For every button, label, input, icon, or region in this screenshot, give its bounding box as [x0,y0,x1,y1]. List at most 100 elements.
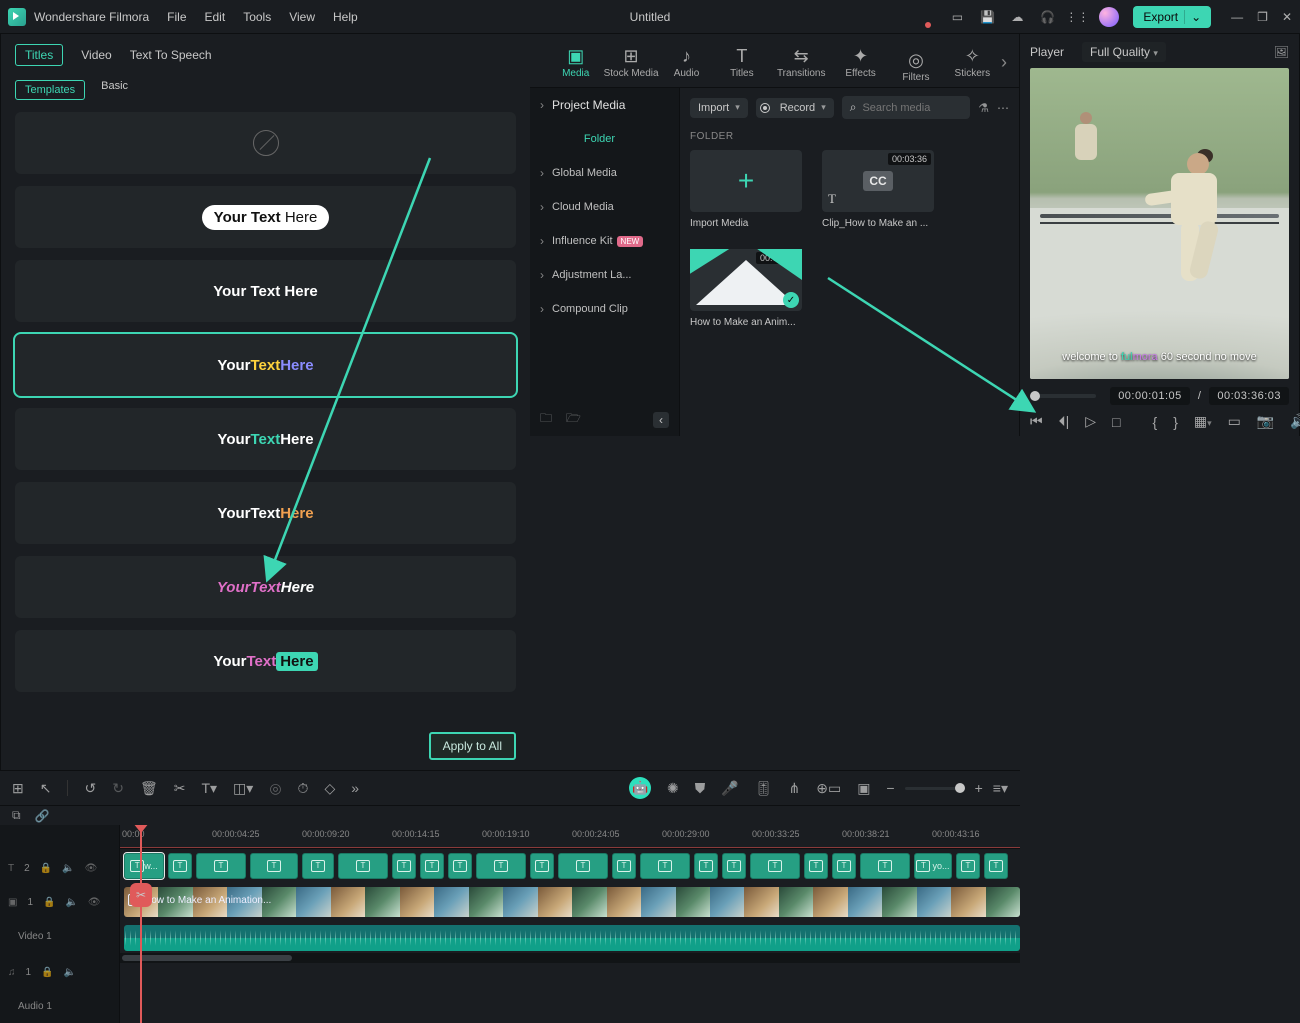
timeline-tracks[interactable]: 00:0000:00:04:2500:00:09:2000:00:14:1500… [120,825,1020,1023]
sidebar-compound-clip[interactable]: Compound Clip [530,292,679,326]
lock-icon[interactable]: 🔒 [40,863,52,874]
apply-to-all-button[interactable]: Apply to All [429,732,516,760]
export-button[interactable]: Export ⌄ [1133,6,1211,28]
window-close[interactable]: ✕ [1282,10,1292,24]
subtab-templates[interactable]: Templates [15,80,85,100]
snapshot-settings-icon[interactable]: 🖼 [1274,45,1289,59]
timeline-ruler[interactable]: 00:0000:00:04:2500:00:09:2000:00:14:1500… [120,825,1020,849]
seek-bar[interactable] [1030,394,1096,398]
mode-tab-filters[interactable]: ◎Filters [888,42,943,83]
text-icon[interactable]: T▾ [201,780,217,797]
menu-view[interactable]: View [289,10,315,24]
user-avatar[interactable] [1099,7,1119,27]
title-clip[interactable]: T [392,853,416,879]
title-clip[interactable]: T [640,853,690,879]
template-tricolor[interactable]: Your Text Here [15,334,516,396]
enhance-icon[interactable]: ✺ [667,780,679,797]
title-clip[interactable]: T [530,853,554,879]
apps-icon[interactable]: ⋮⋮ [1069,9,1085,25]
eye-icon[interactable]: 👁 [85,863,98,874]
render-icon[interactable]: ▣ [857,780,870,797]
title-clip[interactable]: T w... [124,853,164,879]
mute-icon[interactable]: 🔈 [62,863,74,874]
title-clip[interactable]: T [984,853,1008,879]
crop-icon[interactable]: ◫▾ [233,780,253,797]
mode-tab-media[interactable]: ▣Media [548,47,603,79]
horizontal-scrollbar[interactable] [120,953,1020,963]
tab-tts[interactable]: Text To Speech [130,48,212,62]
title-clip[interactable]: T [448,853,472,879]
template-italic[interactable]: Your Text Here [15,556,516,618]
tab-titles[interactable]: Titles [15,44,63,66]
zoom-out-icon[interactable]: − [886,780,894,796]
color-icon[interactable]: ◎ [269,780,281,797]
media-clip-cc[interactable]: 00:03:36 CC T Clip_How to Make an ... [822,150,934,229]
sidebar-influence-kit[interactable]: Influence KitNEW [530,224,679,258]
title-track-header[interactable]: T2🔒🔈👁 [0,851,119,885]
redo-icon[interactable]: ↻ [112,780,124,797]
menu-tools[interactable]: Tools [243,10,271,24]
more-icon[interactable]: ⋯ [997,101,1009,115]
title-clip[interactable]: T [302,853,334,879]
speed-icon[interactable]: ⏱ [298,780,309,797]
mode-tab-titles[interactable]: TTitles [714,47,769,79]
window-minimize[interactable]: — [1231,10,1243,24]
sidebar-global-media[interactable]: Global Media [530,156,679,190]
voiceover-icon[interactable]: 🎤 [721,780,738,797]
mode-tab-stock[interactable]: ⊞Stock Media [603,47,658,79]
link-icon[interactable]: 🔗 [35,809,50,823]
more-tools-icon[interactable]: » [351,780,359,796]
audio-mixer-icon[interactable]: 🎚 [755,780,773,797]
add-media-icon[interactable]: ⊕▭ [816,780,841,797]
title-clip[interactable]: T [250,853,298,879]
title-clip[interactable]: T [196,853,246,879]
title-clip[interactable]: T [558,853,608,879]
sidebar-adjustment-layer[interactable]: Adjustment La... [530,258,679,292]
snapshot-icon[interactable]: 📷 [1257,413,1274,430]
lock-icon[interactable]: 🔒 [43,897,55,908]
cloud-icon[interactable]: ☁ [1009,9,1025,25]
mark-out-icon[interactable]: } [1173,414,1178,430]
title-clip[interactable]: T [476,853,526,879]
stop-icon[interactable]: □ [1112,414,1120,430]
filter-icon[interactable]: ⚗ [978,101,989,115]
video-viewport[interactable]: welcome to fulmora 60 second no move [1030,68,1289,379]
quality-select[interactable]: Full Quality ▾ [1082,42,1166,62]
subtab-basic[interactable]: Basic [101,80,128,100]
sidebar-collapse[interactable]: ‹ [653,412,669,428]
import-dropdown[interactable]: Import▾ [690,98,748,118]
mark-in-icon[interactable]: { [1153,414,1158,430]
title-clip[interactable]: T [722,853,746,879]
title-clip[interactable]: T [694,853,718,879]
folder-open-icon[interactable]: 🗁 [566,409,581,430]
lock-icon[interactable]: 🔒 [41,967,53,978]
template-pill[interactable]: Your Text Here [15,186,516,248]
template-green[interactable]: Your Text Here [15,408,516,470]
headset-icon[interactable]: 🎧 [1039,9,1055,25]
mode-tab-transitions[interactable]: ⇆Transitions [770,47,833,79]
mute-icon[interactable]: 🔈 [64,967,76,978]
template-boxed[interactable]: Your Text Here [15,630,516,692]
magnet-icon[interactable]: ⋔ [788,780,800,797]
title-clip[interactable]: T [832,853,856,879]
desktop-icon[interactable]: ▭ [949,9,965,25]
audio-clip[interactable] [124,925,1020,951]
video-clip[interactable]: ▶How to Make an Animation... [124,887,1020,917]
audio-track[interactable] [120,925,1020,953]
ai-assistant-icon[interactable]: 🤖 [629,777,651,799]
duplicate-icon[interactable]: ⧉ [12,808,21,823]
marker-shield-icon[interactable]: ⛊ [695,780,706,797]
menu-edit[interactable]: Edit [205,10,226,24]
title-clip[interactable]: T [612,853,636,879]
mute-icon[interactable]: 🔈 [65,897,77,908]
sidebar-cloud-media[interactable]: Cloud Media [530,190,679,224]
zoom-in-icon[interactable]: + [975,780,983,796]
import-media-tile[interactable]: + Import Media [690,150,802,229]
save-icon[interactable]: 💾 [979,9,995,25]
audio-track-header[interactable]: ♫1🔒🔈 [0,955,119,989]
template-none[interactable] [15,112,516,174]
layout-icon[interactable]: ⊞ [12,780,24,797]
video-track[interactable]: ▶How to Make an Animation... [120,887,1020,921]
sidebar-folder[interactable]: Folder [530,122,679,156]
mode-tab-audio[interactable]: ♪Audio [659,47,714,79]
